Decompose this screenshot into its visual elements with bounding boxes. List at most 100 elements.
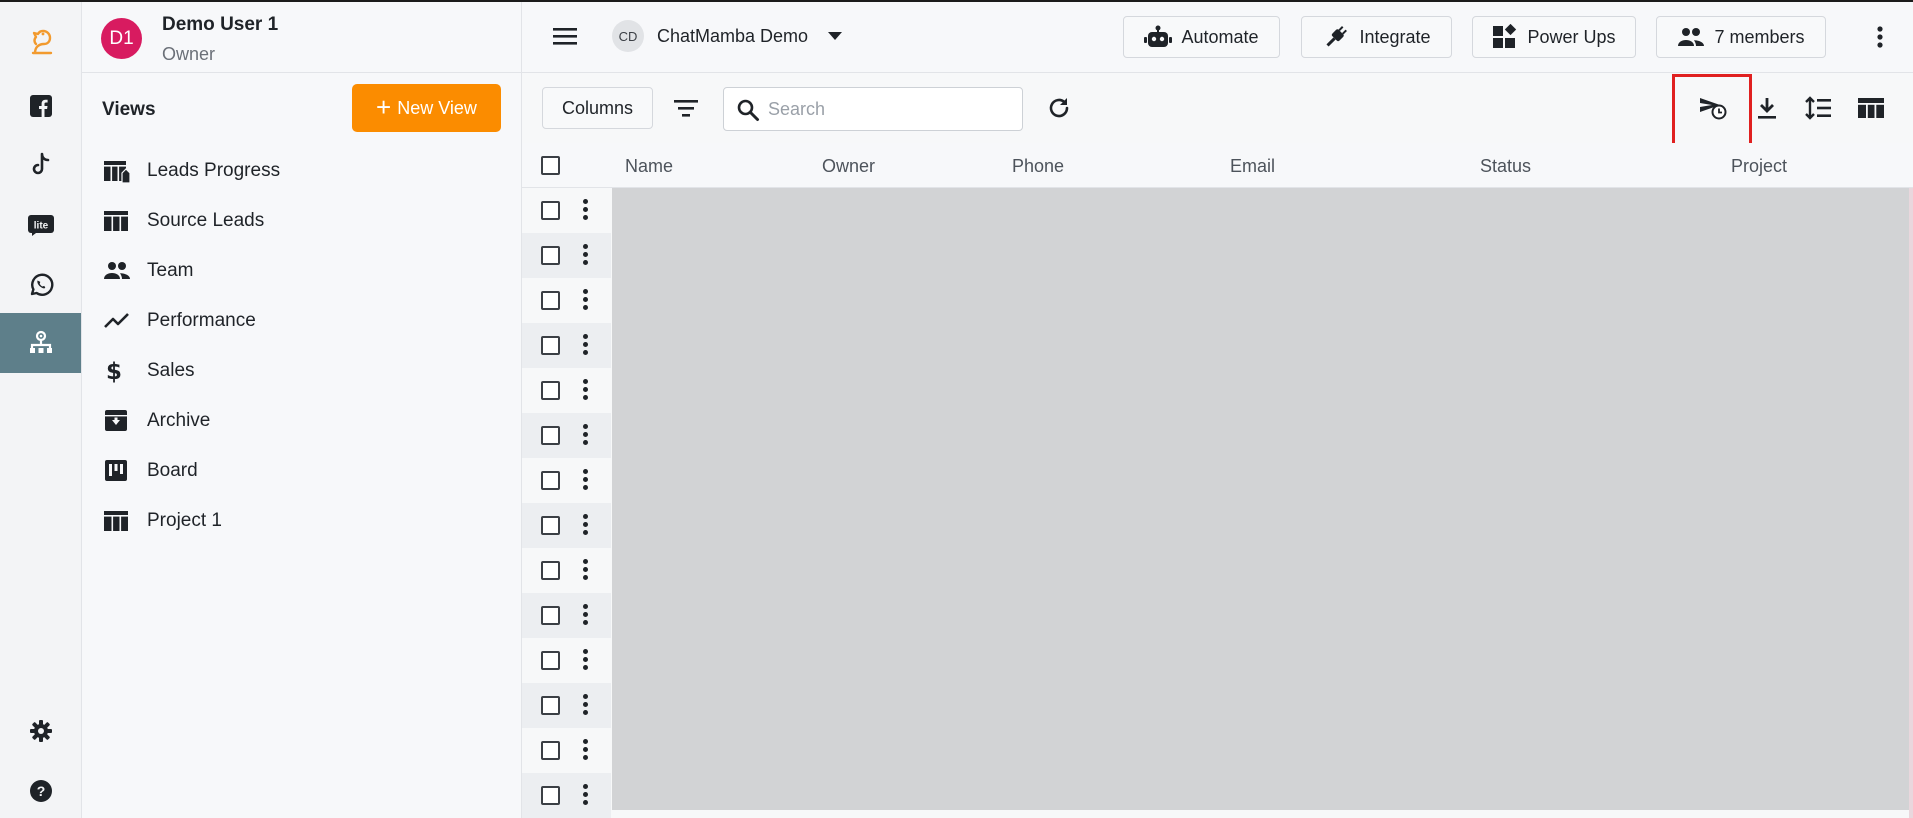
search-box[interactable]	[723, 87, 1023, 131]
trending-line-icon	[104, 313, 129, 328]
column-header-project[interactable]: Project	[1731, 156, 1787, 177]
workspace-avatar[interactable]: CD	[612, 20, 644, 52]
view-item-label: Team	[147, 260, 194, 281]
rail-crm[interactable]	[0, 313, 81, 373]
row-checkbox[interactable]	[541, 471, 560, 490]
tiktok-icon	[32, 152, 49, 175]
hamburger-menu-icon[interactable]	[552, 24, 578, 48]
filter-icon[interactable]	[673, 97, 699, 119]
row-menu-icon[interactable]	[583, 379, 589, 401]
facebook-icon	[29, 95, 52, 117]
row-checkbox[interactable]	[541, 786, 560, 805]
table-icon	[104, 511, 128, 531]
robot-icon	[1144, 25, 1173, 47]
view-item-team[interactable]: Team	[82, 249, 522, 293]
whatsapp-icon	[30, 273, 53, 296]
row-checkbox[interactable]	[541, 246, 560, 265]
table-row	[522, 233, 611, 278]
view-item-label: Sales	[147, 360, 195, 381]
new-view-button[interactable]: + New View	[352, 84, 501, 132]
column-header-name[interactable]: Name	[625, 156, 673, 177]
rail-help[interactable]: ?	[0, 761, 81, 818]
view-item-project-1[interactable]: Project 1	[82, 499, 522, 543]
row-menu-icon[interactable]	[583, 244, 589, 266]
row-checkbox[interactable]	[541, 561, 560, 580]
row-menu-icon[interactable]	[583, 334, 589, 356]
row-menu-icon[interactable]	[583, 469, 589, 491]
svg-text:$: $	[106, 359, 122, 384]
column-header-status[interactable]: Status	[1480, 156, 1531, 177]
app-rail: lite ?	[0, 2, 82, 818]
table-row	[522, 683, 611, 728]
table-row	[522, 368, 611, 413]
row-density-button[interactable]	[1804, 93, 1834, 123]
rail-lite[interactable]: lite	[0, 195, 81, 255]
plug-icon	[1326, 26, 1348, 47]
rail-settings[interactable]	[0, 701, 81, 761]
row-checkbox[interactable]	[541, 516, 560, 535]
row-menu-icon[interactable]	[583, 424, 589, 446]
integrate-button[interactable]: Integrate	[1301, 16, 1452, 58]
view-item-board[interactable]: Board	[82, 449, 522, 493]
view-item-performance[interactable]: Performance	[82, 299, 522, 343]
view-item-label: Performance	[147, 310, 256, 331]
view-item-leads-progress[interactable]: Leads Progress	[82, 149, 522, 193]
row-checkbox[interactable]	[541, 201, 560, 220]
top-header: CD ChatMamba Demo Automate Integrate Pow…	[522, 2, 1913, 73]
rail-tiktok[interactable]	[0, 135, 81, 195]
table-row	[522, 773, 611, 818]
row-checkbox[interactable]	[541, 741, 560, 760]
table-row	[522, 323, 611, 368]
view-item-label: Archive	[147, 410, 211, 431]
view-item-label: Board	[147, 460, 198, 481]
data-grid: Name Owner Phone Email Status Project	[522, 143, 1913, 818]
row-checkbox[interactable]	[541, 606, 560, 625]
columns-button[interactable]: Columns	[542, 87, 653, 129]
board-icon	[105, 460, 127, 481]
more-vert-icon[interactable]	[1868, 24, 1892, 50]
row-checkbox[interactable]	[541, 426, 560, 445]
table-row	[522, 503, 611, 548]
column-header-phone[interactable]: Phone	[1012, 156, 1064, 177]
workspace-name[interactable]: ChatMamba Demo	[657, 26, 808, 47]
rail-whatsapp[interactable]	[0, 255, 81, 315]
row-menu-icon[interactable]	[583, 784, 589, 806]
table-row	[522, 548, 611, 593]
view-item-label: Source Leads	[147, 210, 265, 231]
row-checkbox[interactable]	[541, 696, 560, 715]
view-item-sales[interactable]: $ Sales	[82, 349, 522, 393]
refresh-icon[interactable]	[1046, 95, 1072, 121]
user-profile[interactable]: D1 Demo User 1 Owner	[82, 2, 522, 73]
select-all-checkbox[interactable]	[541, 156, 560, 175]
members-button[interactable]: 7 members	[1656, 16, 1826, 58]
row-menu-icon[interactable]	[583, 604, 589, 626]
row-menu-icon[interactable]	[583, 559, 589, 581]
view-item-archive[interactable]: Archive	[82, 399, 522, 443]
new-view-label: New View	[397, 97, 477, 118]
row-menu-icon[interactable]	[583, 514, 589, 536]
row-checkbox[interactable]	[541, 291, 560, 310]
row-checkbox[interactable]	[541, 381, 560, 400]
row-menu-icon[interactable]	[583, 289, 589, 311]
table-row	[522, 458, 611, 503]
rail-facebook[interactable]	[0, 76, 81, 136]
row-menu-icon[interactable]	[583, 649, 589, 671]
row-menu-icon[interactable]	[583, 739, 589, 761]
column-header-owner[interactable]: Owner	[822, 156, 875, 177]
automate-button[interactable]: Automate	[1123, 16, 1280, 58]
table-row	[522, 413, 611, 458]
chevron-down-icon[interactable]	[828, 32, 842, 40]
view-item-source-leads[interactable]: Source Leads	[82, 199, 522, 243]
row-checkbox[interactable]	[541, 336, 560, 355]
power-ups-button[interactable]: Power Ups	[1472, 16, 1636, 58]
app-logo[interactable]	[0, 10, 81, 70]
download-button[interactable]	[1752, 93, 1782, 123]
row-menu-icon[interactable]	[583, 694, 589, 716]
column-header-email[interactable]: Email	[1230, 156, 1275, 177]
search-input[interactable]	[768, 96, 1008, 122]
row-checkbox[interactable]	[541, 651, 560, 670]
row-menu-icon[interactable]	[583, 199, 589, 221]
search-icon	[737, 99, 759, 121]
table-layout-button[interactable]	[1856, 93, 1886, 123]
power-ups-label: Power Ups	[1527, 26, 1616, 47]
